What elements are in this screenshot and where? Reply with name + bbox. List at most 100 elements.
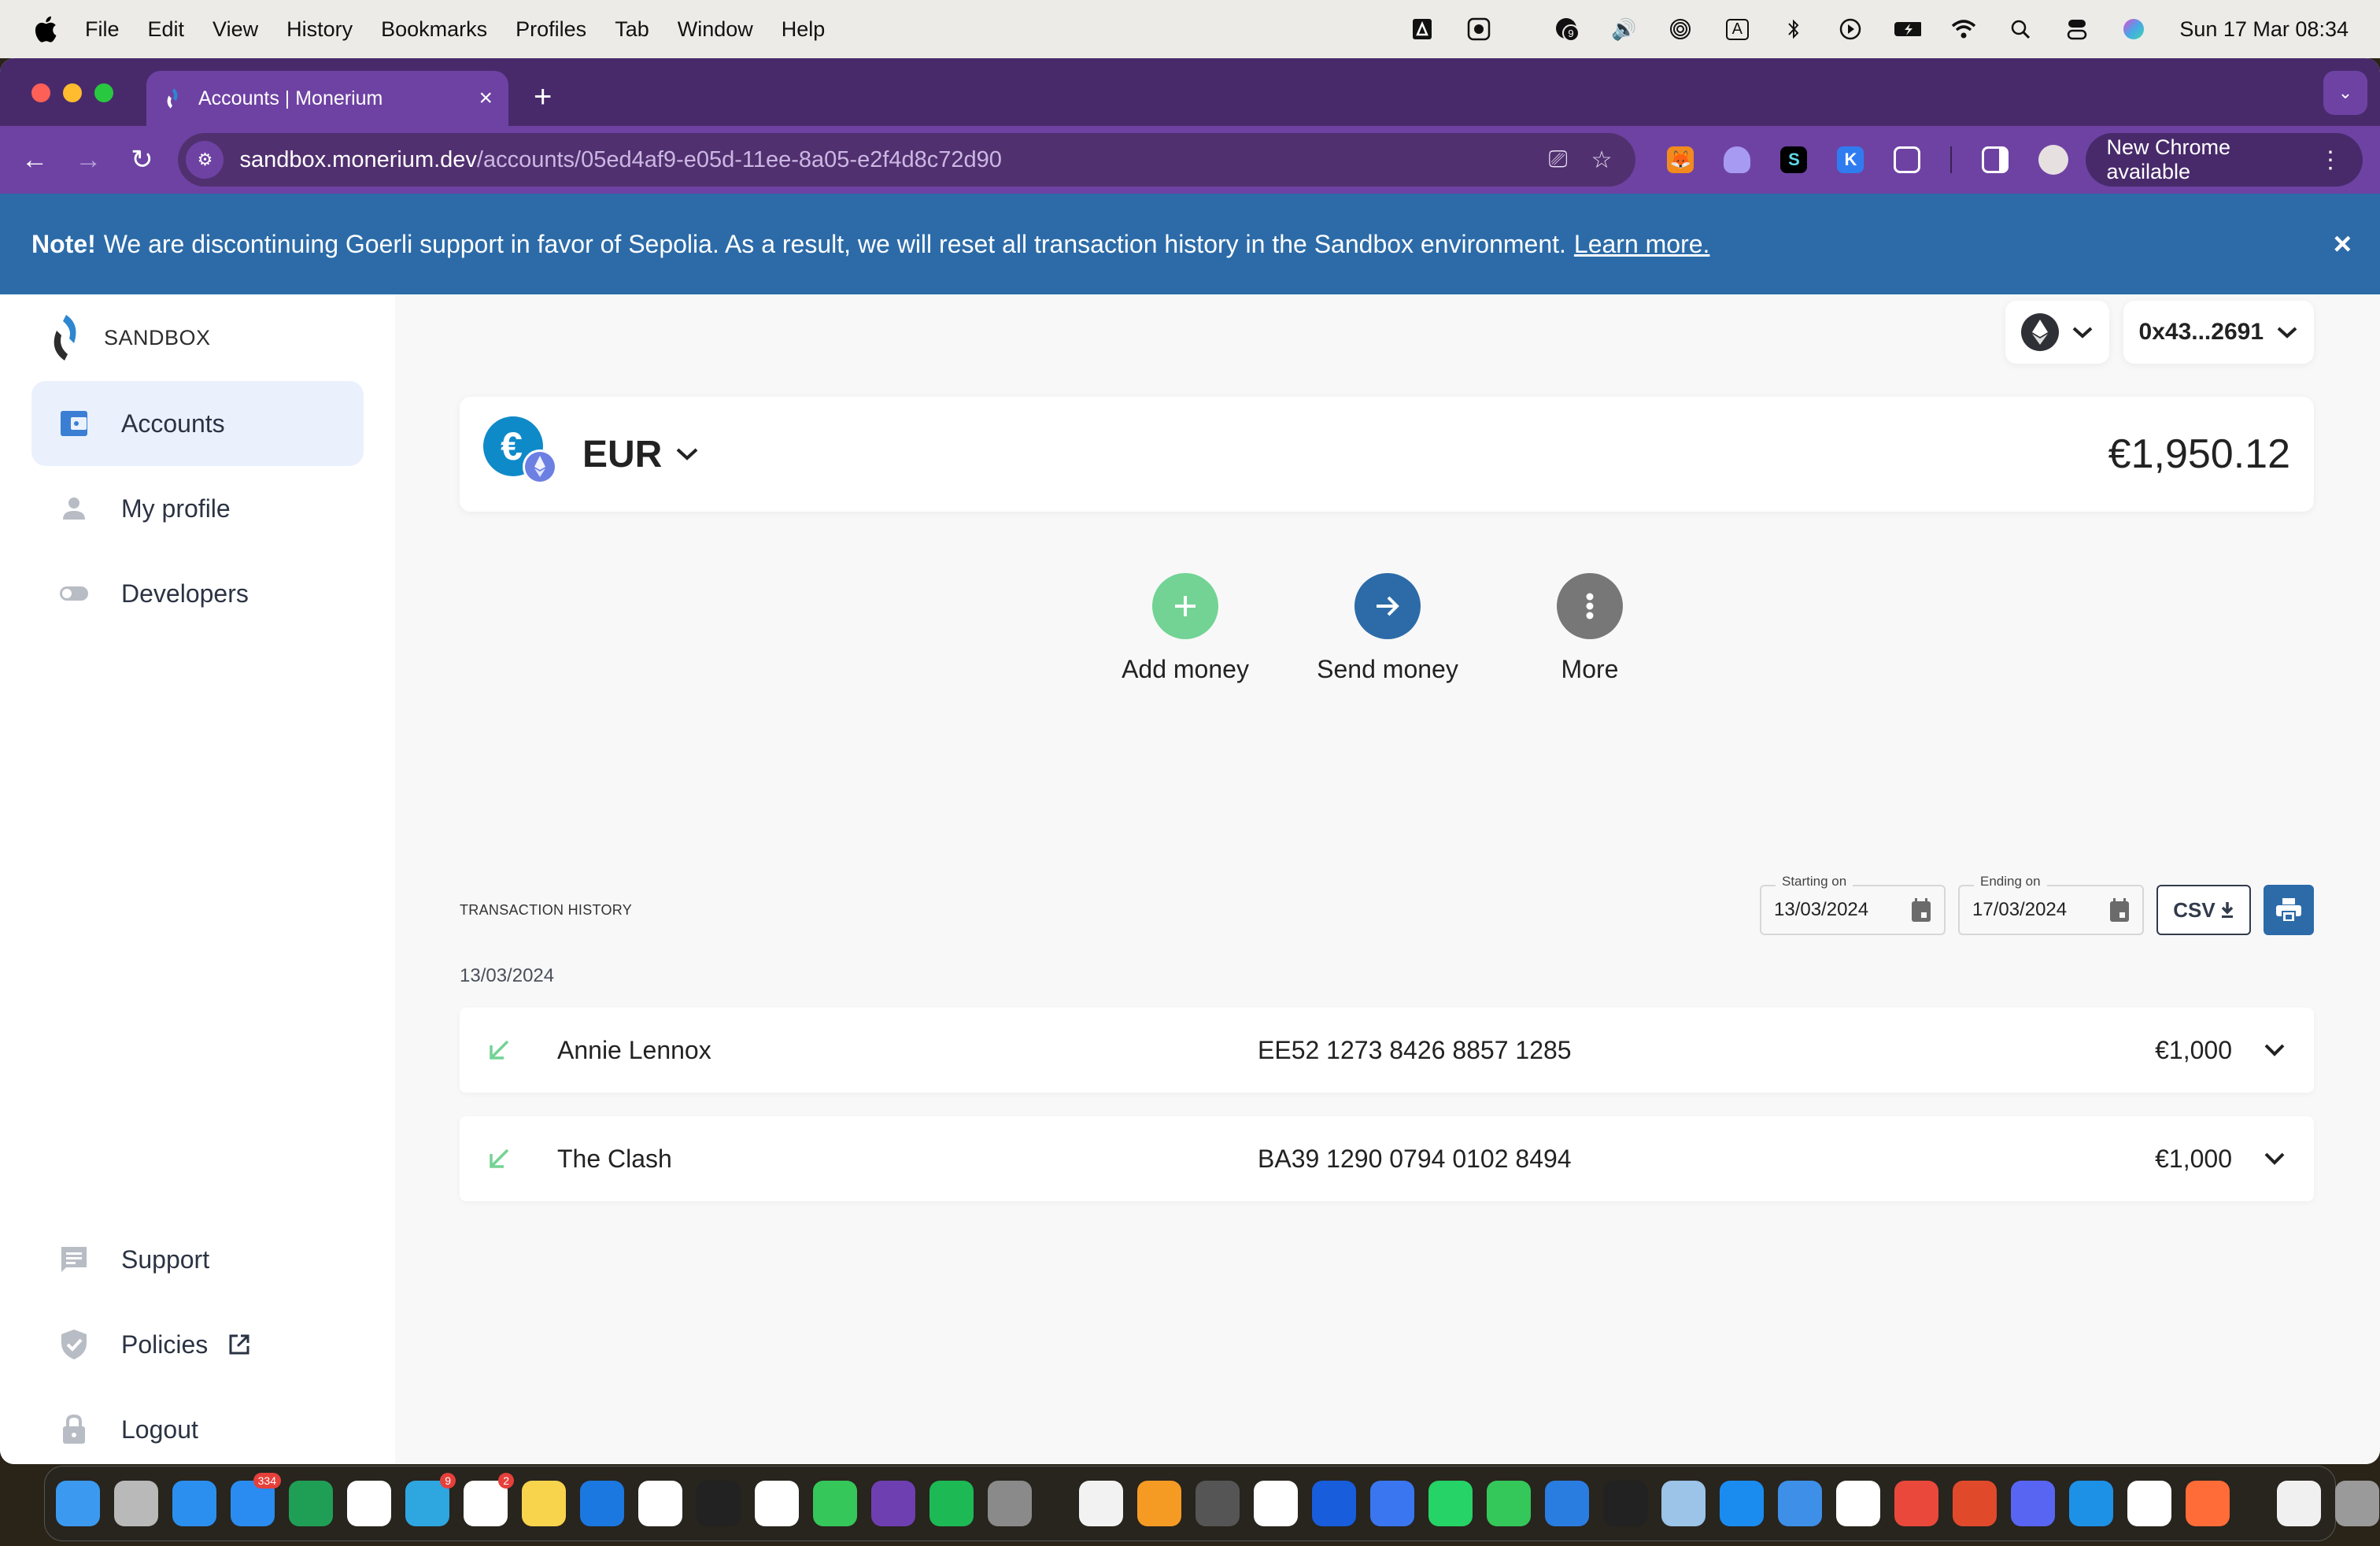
dock-telegram-icon[interactable]: 9 [405, 1473, 456, 1526]
dock-mail-icon[interactable]: 334 [231, 1473, 281, 1526]
dock-app-store-icon[interactable] [1720, 1481, 1764, 1526]
autodesk-icon[interactable] [1408, 15, 1436, 43]
sidebar-item-logout[interactable]: Logout [31, 1387, 364, 1464]
dock-whatsapp-icon[interactable] [1428, 1481, 1473, 1526]
chevron-down-icon[interactable] [674, 447, 700, 461]
menu-profiles[interactable]: Profiles [516, 17, 586, 42]
sidebar-item-accounts[interactable]: Accounts [31, 381, 364, 466]
dock-terminal-icon[interactable] [697, 1481, 741, 1526]
menu-edit[interactable]: Edit [148, 17, 185, 42]
csv-download-button[interactable]: CSV [2156, 885, 2251, 935]
wifi-icon[interactable] [1949, 15, 1978, 43]
site-settings-icon[interactable]: ⚙ [186, 141, 224, 179]
play-icon[interactable] [1836, 15, 1864, 43]
tab-accounts-monerium[interactable]: Accounts | Monerium × [146, 71, 508, 126]
network-selector[interactable] [2005, 301, 2109, 364]
bluetooth-icon[interactable] [1779, 15, 1808, 43]
menu-bookmarks[interactable]: Bookmarks [381, 17, 487, 42]
install-app-icon[interactable]: ⎚ [1549, 146, 1568, 174]
ghost-extension-icon[interactable] [1724, 146, 1751, 173]
start-date-field[interactable]: Starting on 13/03/2024 [1760, 874, 1946, 935]
brand[interactable]: SANDBOX [0, 294, 395, 381]
dock-xcode-icon[interactable] [580, 1481, 624, 1526]
menu-tab[interactable]: Tab [615, 17, 649, 42]
sidebar-item-policies[interactable]: Policies [31, 1302, 364, 1387]
learn-more-link[interactable]: Learn more. [1574, 230, 1710, 259]
dock-finder-icon[interactable] [56, 1481, 100, 1526]
volume-icon[interactable]: 🔊 [1609, 15, 1638, 43]
control-center-icon[interactable] [2063, 15, 2091, 43]
dock-android-studio-icon[interactable] [638, 1481, 682, 1526]
close-window-button[interactable] [31, 83, 50, 102]
dock-postman-icon[interactable] [2186, 1481, 2230, 1526]
profile-avatar[interactable] [2038, 145, 2069, 175]
dock-chrome-canary-icon[interactable] [2127, 1481, 2171, 1526]
dock-tableplus-icon[interactable] [1778, 1481, 1822, 1526]
dock-system-settings-icon[interactable] [988, 1481, 1032, 1526]
dock-preview-icon[interactable] [1661, 1481, 1706, 1526]
end-date-field[interactable]: Ending on 17/03/2024 [1958, 874, 2144, 935]
apple-menu-icon[interactable] [31, 14, 58, 44]
dock-signal-icon[interactable] [1370, 1481, 1414, 1526]
dock-discord-icon[interactable] [2011, 1481, 2055, 1526]
screen-record-icon[interactable] [1465, 15, 1493, 43]
dock-calendar-icon[interactable]: 2 [464, 1473, 514, 1526]
dock-chrome-icon[interactable] [1254, 1481, 1298, 1526]
menubar-clock[interactable]: Sun 17 Mar 08:34 [2179, 17, 2349, 42]
transaction-row[interactable]: The Clash BA39 1290 0794 0102 8494 €1,00… [460, 1116, 2314, 1201]
spotlight-search-icon[interactable] [2006, 15, 2034, 43]
forward-button[interactable]: → [71, 145, 105, 176]
dock-bitwarden-icon[interactable] [1312, 1481, 1356, 1526]
dock-trash-icon[interactable] [2335, 1481, 2379, 1526]
dock-notes-icon[interactable] [522, 1481, 566, 1526]
close-tab-icon[interactable]: × [479, 85, 493, 112]
dock-spotify-icon[interactable] [929, 1481, 974, 1526]
address-selector[interactable]: 0x43...2691 [2123, 301, 2314, 364]
address-bar[interactable]: ⚙ sandbox.monerium.dev/accounts/05ed4af9… [178, 133, 1636, 187]
new-tab-button[interactable]: + [534, 80, 552, 115]
siri-icon[interactable] [2119, 15, 2148, 43]
send-money-button[interactable]: Send money [1287, 573, 1489, 684]
dock-downloads-icon[interactable] [2277, 1481, 2321, 1526]
dock-imovie-icon[interactable] [1836, 1481, 1880, 1526]
dock-activity-monitor-icon[interactable] [1603, 1481, 1647, 1526]
dock-calculator-icon[interactable] [1196, 1481, 1240, 1526]
extensions-puzzle-icon[interactable] [1894, 146, 1921, 173]
add-money-button[interactable]: Add money [1085, 573, 1287, 684]
back-button[interactable]: ← [17, 145, 52, 176]
expand-chevron-icon[interactable] [2264, 1043, 2286, 1057]
dock-pages-icon[interactable] [1137, 1481, 1181, 1526]
bookmark-star-icon[interactable]: ☆ [1591, 146, 1613, 174]
keyboard-input-icon[interactable]: A [1723, 15, 1751, 43]
dock-vscode-icon[interactable] [755, 1481, 799, 1526]
new-chrome-available-button[interactable]: New Chrome available ⋮ [2086, 133, 2363, 187]
dock-docker-icon[interactable] [2069, 1481, 2113, 1526]
minimize-window-button[interactable] [63, 83, 82, 102]
notification-count-icon[interactable]: 9 [1553, 15, 1581, 43]
dock-instruments-icon[interactable] [1545, 1481, 1589, 1526]
sidebar-item-my-profile[interactable]: My profile [31, 466, 364, 551]
airdrop-icon[interactable] [1666, 15, 1694, 43]
metamask-icon[interactable]: 🦊 [1667, 146, 1694, 173]
dock-slack-icon[interactable] [347, 1481, 391, 1526]
more-button[interactable]: More [1489, 573, 1691, 684]
calendar-icon[interactable] [1911, 897, 1931, 923]
dock-numbers-icon[interactable] [1487, 1481, 1531, 1526]
sidebar-item-support[interactable]: Support [31, 1217, 364, 1302]
menu-history[interactable]: History [286, 17, 353, 42]
menu-view[interactable]: View [213, 17, 258, 42]
print-button[interactable] [2264, 885, 2314, 935]
dock-mendeley-icon[interactable] [1894, 1481, 1938, 1526]
reload-button[interactable]: ↻ [124, 144, 159, 176]
tab-search-button[interactable]: ⌄ [2323, 71, 2367, 115]
transaction-row[interactable]: Annie Lennox EE52 1273 8426 8857 1285 €1… [460, 1008, 2314, 1093]
dock-launchpad-icon[interactable] [114, 1481, 158, 1526]
side-panel-icon[interactable] [1982, 146, 2009, 173]
menu-file[interactable]: File [85, 17, 120, 42]
s-extension-icon[interactable]: S [1780, 146, 1808, 173]
k-extension-icon[interactable]: K [1837, 146, 1864, 173]
dock-github-desktop-icon[interactable] [871, 1481, 915, 1526]
dock-digital-color-meter-icon[interactable] [1953, 1481, 1997, 1526]
battery-charging-icon[interactable] [1893, 15, 1922, 43]
zoom-window-button[interactable] [94, 83, 113, 102]
